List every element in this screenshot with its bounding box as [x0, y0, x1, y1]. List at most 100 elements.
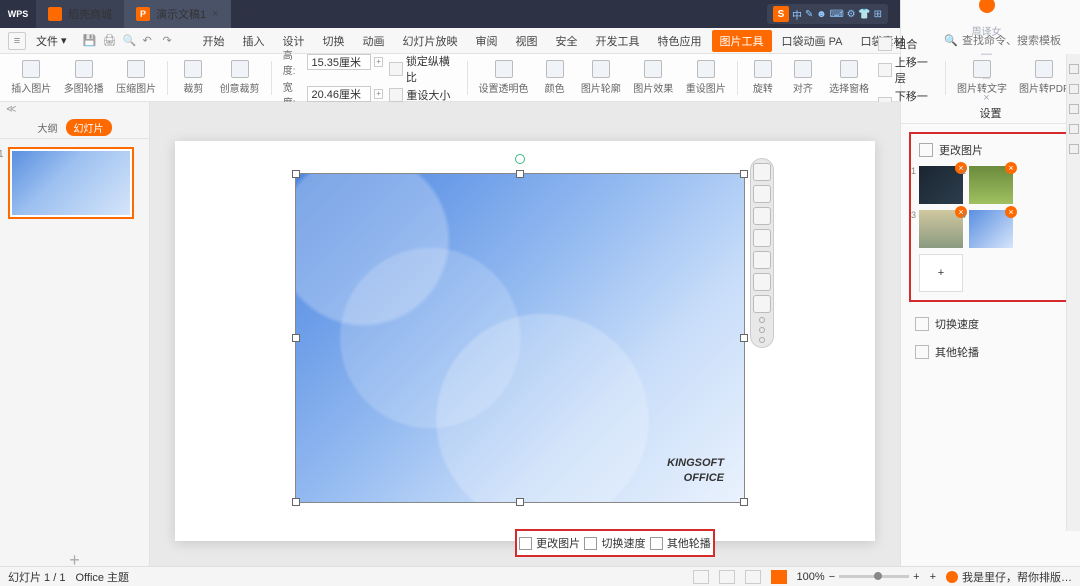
assistant-button[interactable]: 我是里仔，帮你排版…	[946, 569, 1072, 585]
zoom-out-button[interactable]: −	[829, 571, 835, 583]
resize-handle-tl[interactable]	[292, 170, 300, 178]
height-input[interactable]: 15.35厘米	[307, 54, 370, 70]
tab-close-icon[interactable]: ×	[212, 8, 218, 20]
insert-picture-button[interactable]: 插入图片	[8, 58, 54, 97]
popup-switch-speed[interactable]: 切换速度	[584, 535, 645, 551]
reset-picture-button[interactable]: 重设图片	[682, 58, 728, 97]
image-thumb-4[interactable]: 4×	[969, 210, 1013, 248]
tab-review[interactable]: 审阅	[468, 30, 506, 52]
float-rotate-icon[interactable]	[753, 295, 771, 313]
width-step-up[interactable]: +	[374, 89, 384, 99]
ocr-button[interactable]: 图片转文字	[954, 58, 1010, 97]
resize-handle-bm[interactable]	[516, 498, 524, 506]
creative-crop-button[interactable]: 创意裁剪	[216, 58, 262, 97]
align-button[interactable]: 对齐	[786, 58, 820, 97]
resize-handle-mr[interactable]	[740, 334, 748, 342]
tab-picture-tools[interactable]: 图片工具	[712, 30, 772, 52]
float-layers-icon[interactable]	[753, 185, 771, 203]
popup-other-carousel[interactable]: 其他轮播	[650, 535, 711, 551]
edge-tool-2[interactable]	[1069, 84, 1079, 94]
float-crop-icon[interactable]	[753, 207, 771, 225]
resize-handle-br[interactable]	[740, 498, 748, 506]
multi-carousel-button[interactable]: 多图轮播	[60, 58, 106, 97]
search-input[interactable]	[962, 35, 1072, 47]
home-icon[interactable]: ≡	[8, 32, 26, 50]
compress-picture-button[interactable]: 压缩图片	[113, 58, 159, 97]
outline-tab[interactable]: 大纲	[38, 120, 58, 135]
float-collapse-icon[interactable]	[753, 163, 771, 181]
delete-thumb-2[interactable]: ×	[1005, 162, 1017, 174]
selected-image[interactable]: KINGSOFTOFFICE	[295, 173, 745, 503]
image-to-pdf-button[interactable]: 图片转PDF	[1016, 58, 1072, 97]
tab-special[interactable]: 特色应用	[650, 30, 710, 52]
crop-button[interactable]: 裁剪	[176, 58, 210, 97]
other-carousel-option[interactable]: 其他轮播	[901, 338, 1080, 366]
slide-thumbnail-1[interactable]: 1	[8, 147, 134, 219]
tab-pa-animation[interactable]: 口袋动画 PA	[774, 30, 851, 52]
width-input[interactable]: 20.46厘米	[307, 86, 370, 102]
qat-redo-icon[interactable]: ↷	[163, 34, 177, 48]
edge-tool-1[interactable]	[1069, 64, 1079, 74]
float-dot-2[interactable]	[759, 327, 765, 333]
selection-pane-button[interactable]: 选择窗格	[826, 58, 872, 97]
qat-preview-icon[interactable]: 🔍	[123, 34, 137, 48]
float-dot-1[interactable]	[759, 317, 765, 323]
resize-handle-bl[interactable]	[292, 498, 300, 506]
height-step-up[interactable]: +	[374, 57, 384, 67]
image-thumb-1[interactable]: 1×	[919, 166, 963, 204]
switch-speed-option[interactable]: 切换速度	[901, 310, 1080, 338]
tab-slideshow[interactable]: 幻灯片放映	[395, 30, 466, 52]
image-thumb-2[interactable]: 2×	[969, 166, 1013, 204]
delete-thumb-4[interactable]: ×	[1005, 206, 1017, 218]
tab-mall[interactable]: 稻壳商城	[36, 0, 124, 28]
rotate-button[interactable]: 旋转	[746, 58, 780, 97]
change-image-header[interactable]: 更改图片	[919, 142, 1062, 158]
view-normal-button[interactable]	[693, 570, 709, 584]
tab-view[interactable]: 视图	[508, 30, 546, 52]
tab-devtools[interactable]: 开发工具	[588, 30, 648, 52]
reset-size-button[interactable]: 重设大小	[389, 87, 458, 103]
qat-undo-icon[interactable]: ↶	[143, 34, 157, 48]
color-button[interactable]: 颜色	[538, 58, 572, 97]
view-reading-button[interactable]	[745, 570, 761, 584]
picture-effects-button[interactable]: 图片效果	[630, 58, 676, 97]
view-slideshow-button[interactable]	[771, 570, 787, 584]
transparent-color-button[interactable]: 设置透明色	[476, 58, 532, 97]
add-image-button[interactable]: +	[919, 254, 963, 292]
resize-handle-ml[interactable]	[292, 334, 300, 342]
lock-ratio-checkbox[interactable]: 锁定纵横比	[389, 53, 458, 85]
group-button[interactable]: 组合	[878, 36, 937, 52]
ime-bar[interactable]: S 中 ✎ ☻ ⌨ ⚙ 👕 ⊞	[767, 4, 888, 24]
slide-canvas[interactable]: KINGSOFTOFFICE 更	[150, 102, 900, 579]
float-effect-icon[interactable]	[753, 273, 771, 291]
float-dot-3[interactable]	[759, 337, 765, 343]
avatar[interactable]	[979, 0, 995, 13]
qat-save-icon[interactable]: 💾	[83, 34, 97, 48]
bring-forward-button[interactable]: 上移一层	[878, 54, 937, 86]
add-tab-button[interactable]: +	[231, 8, 259, 20]
rotate-handle[interactable]	[515, 154, 525, 164]
float-zoom-icon[interactable]	[753, 251, 771, 269]
view-sorter-button[interactable]	[719, 570, 735, 584]
tab-insert[interactable]: 插入	[235, 30, 273, 52]
slides-tab[interactable]: 幻灯片	[66, 119, 112, 136]
resize-handle-tm[interactable]	[516, 170, 524, 178]
picture-outline-button[interactable]: 图片轮廓	[578, 58, 624, 97]
qat-print-icon[interactable]: 🖨	[103, 34, 117, 48]
float-replace-icon[interactable]	[753, 229, 771, 247]
tab-document[interactable]: P演示文稿1×	[124, 0, 231, 28]
file-menu[interactable]: 文件▾	[28, 33, 75, 49]
zoom-knob[interactable]	[874, 572, 882, 580]
edge-tool-5[interactable]	[1069, 144, 1079, 154]
image-thumb-3[interactable]: 3×	[919, 210, 963, 248]
panel-collapse-button[interactable]: ≪	[0, 102, 149, 117]
search-box[interactable]: 🔍	[944, 34, 1072, 47]
edge-tool-4[interactable]	[1069, 124, 1079, 134]
zoom-fit-button[interactable]: +	[930, 571, 936, 583]
zoom-in-button[interactable]: +	[913, 571, 919, 583]
popup-change-image[interactable]: 更改图片	[519, 535, 580, 551]
zoom-slider[interactable]	[839, 575, 909, 578]
tab-security[interactable]: 安全	[548, 30, 586, 52]
edge-tool-3[interactable]	[1069, 104, 1079, 114]
tab-start[interactable]: 开始	[195, 30, 233, 52]
